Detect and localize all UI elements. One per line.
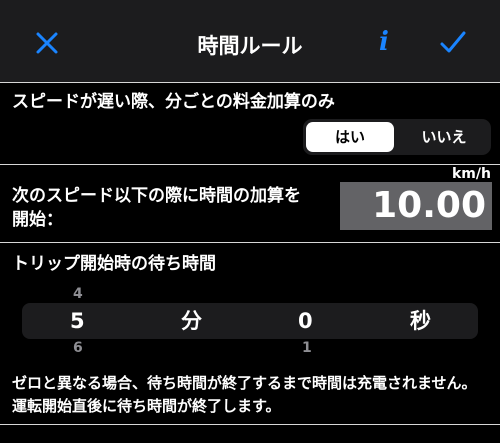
checkmark-icon[interactable] [438,28,468,58]
divider [0,424,500,425]
speed-unit-label: km/h [452,166,491,182]
speed-threshold-label-line1: 次のスピード以下の際に時間の加算を [12,186,301,206]
divider [0,82,500,83]
navigation-bar: 時間ルール i [0,0,500,82]
wait-time-note: ゼロと異なる場合、待ち時間が終了するまで時間は充電されません。 運転開始直後に待… [12,374,477,415]
yes-option[interactable]: はい [306,122,394,152]
page-title: 時間ルール [197,34,303,58]
no-option[interactable]: いいえ [400,122,488,152]
info-icon[interactable]: i [374,26,394,58]
minutes-next-value: 6 [73,340,83,352]
minutes-value[interactable]: 5 [70,303,85,339]
divider [0,164,500,165]
minutes-previous-value: 4 [73,286,83,302]
speed-threshold-input[interactable]: 10.00 [340,182,492,230]
speed-threshold-label-line2: 開始： [12,210,63,230]
seconds-unit: 秒 [410,309,431,333]
seconds-value[interactable]: 0 [298,303,313,339]
divider [0,242,500,243]
seconds-next-value: 1 [302,340,312,352]
slow-only-label: スピードが遅い際、分ごとの料金加算のみ [12,92,335,112]
wait-time-label: トリップ開始時の待ち時間 [12,254,216,274]
speed-threshold-label: 次のスピード以下の際に時間の加算を 開始： [12,184,301,232]
minutes-unit: 分 [181,309,202,333]
yes-no-segmented-control: はい いいえ [303,119,491,155]
